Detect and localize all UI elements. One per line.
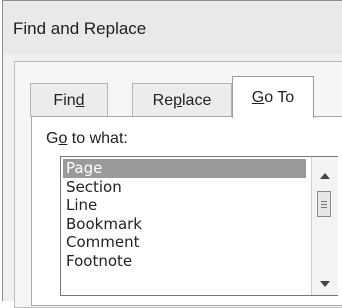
- goto-label-rest: to what:: [67, 130, 128, 147]
- grip-line-icon: [321, 201, 327, 202]
- dialog-title: Find and Replace: [13, 19, 147, 38]
- title-bar[interactable]: Find and Replace: [3, 1, 342, 55]
- list-item-comment[interactable]: Comment: [63, 233, 306, 252]
- tab-find[interactable]: Find: [30, 83, 108, 117]
- tab-goto-accelerator: G: [251, 88, 265, 106]
- tab-go-to[interactable]: Go To: [232, 76, 314, 118]
- list-item-bookmark[interactable]: Bookmark: [63, 215, 306, 234]
- arrow-up-icon[interactable]: [320, 173, 330, 179]
- tab-replace[interactable]: Replace: [132, 83, 232, 117]
- goto-what-label: Go to what:: [46, 130, 128, 148]
- list-item-footnote[interactable]: Footnote: [63, 252, 306, 271]
- grip-line-icon: [321, 204, 327, 205]
- tab-replace-label: Re: [152, 91, 174, 109]
- list-item-section[interactable]: Section: [63, 178, 306, 197]
- tab-find-label: Fin: [53, 91, 76, 109]
- grip-line-icon: [321, 207, 327, 208]
- list-item-page[interactable]: Page: [63, 159, 306, 178]
- goto-item-list: Page Section Line Bookmark Comment Footn…: [63, 159, 306, 270]
- scroll-thumb[interactable]: [317, 191, 331, 217]
- list-item-line[interactable]: Line: [63, 196, 306, 215]
- listbox-scrollbar[interactable]: [311, 157, 338, 295]
- arrow-down-icon[interactable]: [320, 281, 330, 287]
- tab-replace-accelerator: p: [173, 91, 182, 109]
- goto-label-start: G: [46, 130, 59, 147]
- tab-goto-label: o To: [264, 88, 295, 106]
- tab-find-accelerator: d: [75, 91, 85, 109]
- goto-what-listbox[interactable]: Page Section Line Bookmark Comment Footn…: [60, 156, 338, 296]
- tab-replace-label-rest: lace: [182, 91, 212, 109]
